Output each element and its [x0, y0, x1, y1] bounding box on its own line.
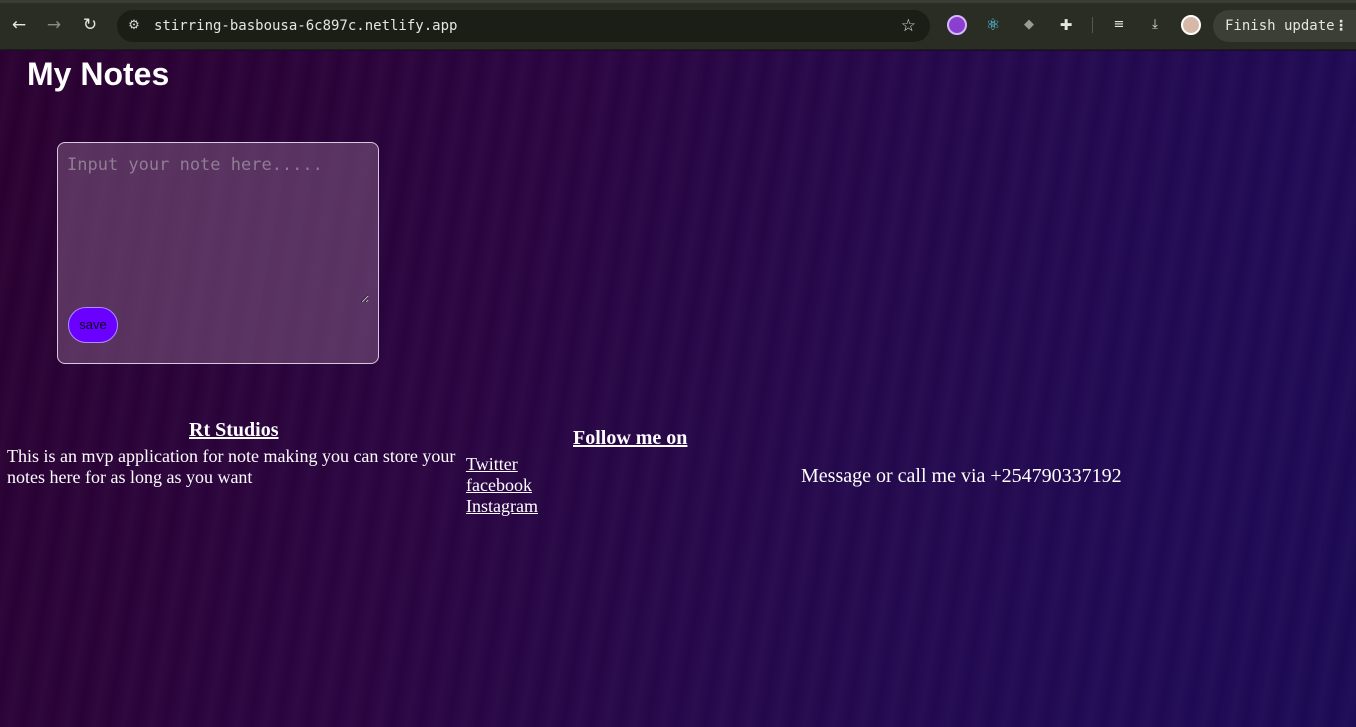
forward-icon[interactable]: →	[42, 13, 66, 37]
extensions-puzzle-icon[interactable]: ✚	[1056, 15, 1076, 35]
about-text: This is an mvp application for note maki…	[7, 446, 456, 487]
robot-extension-icon[interactable]: ◆	[1019, 15, 1039, 35]
back-icon[interactable]: ←	[7, 13, 31, 37]
contact-text: Message or call me via +254790337192	[801, 465, 1122, 487]
address-bar[interactable]: ⚙ stirring-basbousa-6c897c.netlify.app ☆	[117, 10, 930, 42]
note-card: save	[57, 142, 379, 364]
tab-strip	[0, 0, 1356, 3]
reload-icon[interactable]: ↻	[78, 13, 102, 37]
finish-update-label: Finish update	[1225, 18, 1335, 34]
finish-update-button[interactable]: Finish update ⋮	[1213, 10, 1356, 42]
download-icon[interactable]: ⤓	[1145, 15, 1165, 35]
instagram-link[interactable]: Instagram	[466, 496, 538, 517]
twitter-link[interactable]: Twitter	[466, 454, 538, 475]
kebab-menu-icon[interactable]: ⋮	[1334, 10, 1348, 42]
site-info-icon[interactable]: ⚙	[125, 17, 143, 35]
page-title: My Notes	[27, 56, 170, 92]
save-button[interactable]: save	[68, 307, 118, 343]
extension-purple-icon[interactable]	[947, 15, 967, 35]
note-input[interactable]	[67, 152, 369, 303]
facebook-link[interactable]: facebook	[466, 475, 538, 496]
toolbar-divider	[1092, 17, 1093, 33]
follow-heading: Follow me on	[573, 427, 688, 449]
address-url[interactable]: stirring-basbousa-6c897c.netlify.app	[154, 17, 457, 35]
social-links: Twitter facebook Instagram	[466, 454, 538, 517]
browser-toolbar: ← → ↻ ⚙ stirring-basbousa-6c897c.netlify…	[0, 0, 1356, 50]
about-heading: Rt Studios	[189, 419, 279, 441]
profile-avatar[interactable]	[1181, 15, 1201, 35]
media-queue-icon[interactable]: ≡	[1109, 15, 1129, 35]
react-devtools-icon[interactable]: ⚛	[983, 15, 1003, 35]
bookmark-star-icon[interactable]: ☆	[901, 16, 916, 36]
page-body: My Notes save Rt Studios This is an mvp …	[0, 51, 1356, 727]
